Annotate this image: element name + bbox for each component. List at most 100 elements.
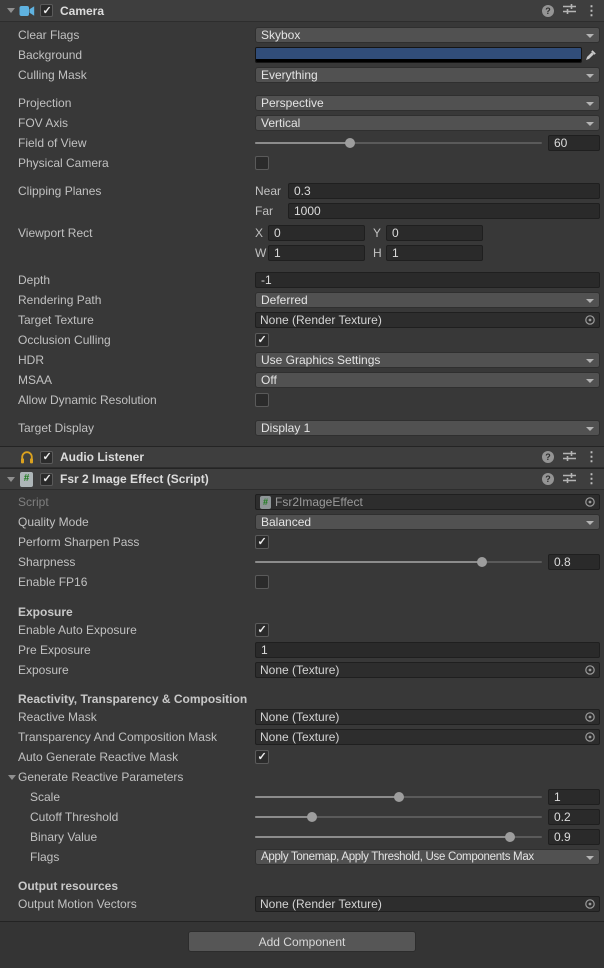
clipping-planes-near-row: Clipping Planes Near 0.3 (0, 181, 604, 201)
audio-listener-component-header[interactable]: Audio Listener ? ⋮ (0, 446, 604, 468)
background-color-swatch[interactable] (256, 48, 581, 59)
binary-value-slider[interactable] (255, 829, 542, 845)
sharpness-slider[interactable] (255, 554, 542, 570)
add-component-button[interactable]: Add Component (188, 931, 416, 952)
allow-dynamic-resolution-label: Allow Dynamic Resolution (18, 393, 255, 407)
reactive-mask-row: Reactive Mask None (Texture) (0, 707, 604, 727)
physical-camera-checkbox[interactable] (255, 156, 269, 170)
depth-field[interactable]: -1 (255, 272, 600, 288)
auto-generate-reactive-mask-checkbox[interactable] (255, 750, 269, 764)
scale-slider[interactable] (255, 789, 542, 805)
help-icon[interactable]: ? (542, 451, 554, 463)
object-picker-icon[interactable] (583, 731, 597, 743)
occlusion-culling-row: Occlusion Culling (0, 330, 604, 350)
slider-thumb[interactable] (477, 557, 487, 567)
kebab-menu-icon[interactable]: ⋮ (585, 5, 598, 17)
binary-value-value[interactable]: 0.9 (548, 829, 600, 845)
sharpness-value[interactable]: 0.8 (548, 554, 600, 570)
perform-sharpen-pass-checkbox[interactable] (255, 535, 269, 549)
fsr2-enabled-checkbox[interactable] (40, 473, 53, 486)
fov-axis-dropdown[interactable]: Vertical (255, 115, 600, 131)
cutoff-threshold-slider[interactable] (255, 809, 542, 825)
fsr2-foldout-arrow[interactable] (4, 477, 18, 482)
object-picker-icon[interactable] (583, 711, 597, 723)
script-label: Script (18, 495, 255, 509)
presets-icon[interactable] (563, 472, 576, 487)
camera-foldout-arrow[interactable] (4, 8, 18, 13)
quality-mode-dropdown[interactable]: Balanced (255, 514, 600, 530)
slider-thumb[interactable] (505, 832, 515, 842)
object-picker-icon[interactable] (583, 314, 597, 326)
presets-icon[interactable] (563, 450, 576, 465)
camera-enabled-checkbox[interactable] (40, 4, 53, 17)
target-display-row: Target Display Display 1 (0, 418, 604, 438)
help-icon[interactable]: ? (542, 5, 554, 17)
pre-exposure-field[interactable]: 1 (255, 642, 600, 658)
target-texture-object-field[interactable]: None (Render Texture) (255, 312, 600, 328)
rendering-path-row: Rendering Path Deferred (0, 290, 604, 310)
output-motion-vectors-label: Output Motion Vectors (18, 897, 255, 911)
enable-fp16-checkbox[interactable] (255, 575, 269, 589)
object-picker-icon[interactable] (583, 898, 597, 910)
occlusion-culling-checkbox[interactable] (255, 333, 269, 347)
flags-row: Flags Apply Tonemap, Apply Threshold, Us… (0, 847, 604, 867)
viewport-w-field[interactable]: 1 (268, 245, 365, 261)
slider-thumb[interactable] (394, 792, 404, 802)
viewport-h-label: H (373, 246, 386, 260)
reactive-mask-object-field[interactable]: None (Texture) (255, 709, 600, 725)
slider-thumb[interactable] (345, 138, 355, 148)
hdr-dropdown[interactable]: Use Graphics Settings (255, 352, 600, 368)
msaa-row: MSAA Off (0, 370, 604, 390)
allow-dynamic-resolution-checkbox[interactable] (255, 393, 269, 407)
slider-thumb[interactable] (307, 812, 317, 822)
enable-auto-exposure-checkbox[interactable] (255, 623, 269, 637)
target-display-dropdown[interactable]: Display 1 (255, 420, 600, 436)
transparency-mask-row: Transparency And Composition Mask None (… (0, 727, 604, 747)
fsr2-component-header[interactable]: # Fsr 2 Image Effect (Script) ? ⋮ (0, 468, 604, 490)
object-picker-icon[interactable] (583, 664, 597, 676)
field-of-view-slider[interactable] (255, 135, 542, 151)
enable-auto-exposure-label: Enable Auto Exposure (18, 623, 255, 637)
binary-value-row: Binary Value 0.9 (0, 827, 604, 847)
kebab-menu-icon[interactable]: ⋮ (585, 451, 598, 463)
chevron-down-icon (586, 102, 594, 106)
cutoff-threshold-value[interactable]: 0.2 (548, 809, 600, 825)
depth-row: Depth -1 (0, 270, 604, 290)
transparency-mask-object-field[interactable]: None (Texture) (255, 729, 600, 745)
msaa-dropdown[interactable]: Off (255, 372, 600, 388)
headphones-icon (18, 450, 35, 464)
camera-component-header[interactable]: Camera ? ⋮ (0, 0, 604, 22)
kebab-menu-icon[interactable]: ⋮ (585, 473, 598, 485)
clear-flags-dropdown[interactable]: Skybox (255, 27, 600, 43)
far-field[interactable]: 1000 (288, 203, 600, 219)
exposure-object-field[interactable]: None (Texture) (255, 662, 600, 678)
viewport-x-field[interactable]: 0 (268, 225, 365, 241)
csharp-script-icon: # (18, 472, 35, 487)
presets-icon[interactable] (563, 3, 576, 18)
generate-reactive-parameters-row[interactable]: Generate Reactive Parameters (0, 767, 604, 787)
background-color-field[interactable] (255, 47, 582, 63)
auto-generate-reactive-mask-row: Auto Generate Reactive Mask (0, 747, 604, 767)
object-picker-icon[interactable] (583, 496, 597, 508)
msaa-label: MSAA (18, 373, 255, 387)
eyedropper-icon[interactable] (582, 49, 600, 61)
foldout-arrow[interactable] (6, 775, 18, 780)
projection-dropdown[interactable]: Perspective (255, 95, 600, 111)
projection-label: Projection (18, 96, 255, 110)
enable-auto-exposure-row: Enable Auto Exposure (0, 620, 604, 640)
rendering-path-dropdown[interactable]: Deferred (255, 292, 600, 308)
near-field[interactable]: 0.3 (288, 183, 600, 199)
viewport-h-field[interactable]: 1 (386, 245, 483, 261)
viewport-y-field[interactable]: 0 (386, 225, 483, 241)
field-of-view-value[interactable]: 60 (548, 135, 600, 151)
culling-mask-dropdown[interactable]: Everything (255, 67, 600, 83)
viewport-rect-wh-row: W 1 H 1 (0, 243, 604, 263)
audio-listener-enabled-checkbox[interactable] (40, 451, 53, 464)
reactive-mask-label: Reactive Mask (18, 710, 255, 724)
scale-value[interactable]: 1 (548, 789, 600, 805)
target-texture-label: Target Texture (18, 313, 255, 327)
output-motion-vectors-object-field[interactable]: None (Render Texture) (255, 896, 600, 912)
help-icon[interactable]: ? (542, 473, 554, 485)
flags-dropdown[interactable]: Apply Tonemap, Apply Threshold, Use Comp… (255, 849, 600, 865)
chevron-down-icon (586, 427, 594, 431)
